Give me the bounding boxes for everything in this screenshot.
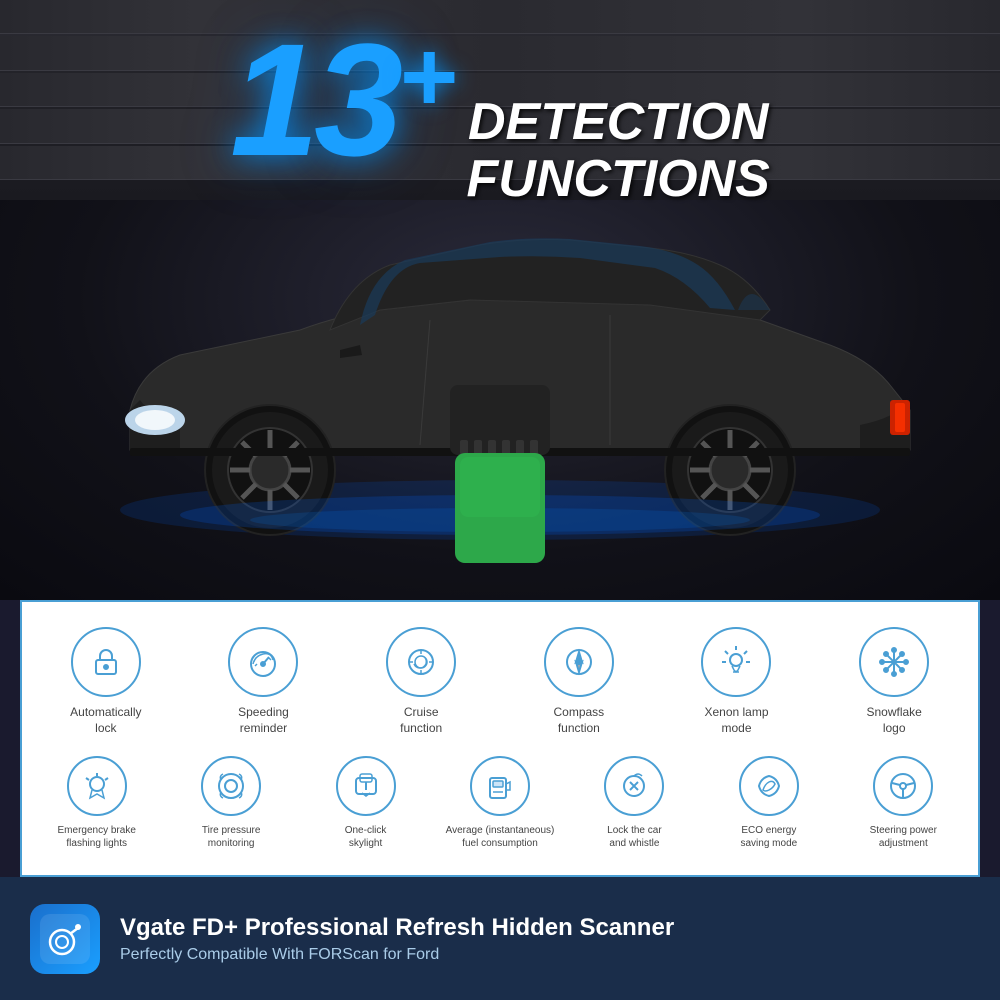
bottom-section: Vgate FD+ Professional Refresh Hidden Sc… bbox=[0, 877, 1000, 1000]
feature-whistle: Lock the carand whistle bbox=[570, 751, 699, 855]
xenon-label: Xenon lampmode bbox=[704, 705, 768, 736]
feature-speeding: Speedingreminder bbox=[190, 622, 338, 741]
whistle-icon-circle bbox=[604, 756, 664, 816]
detection-number: 13 bbox=[230, 20, 398, 180]
fuel-label: Average (instantaneous)fuel consumption bbox=[446, 824, 555, 850]
fuel-icon-circle bbox=[470, 756, 530, 816]
eco-label: ECO energysaving mode bbox=[741, 824, 798, 850]
cruise-icon-circle bbox=[386, 627, 456, 697]
app-subtitle: Perfectly Compatible With FORScan for Fo… bbox=[120, 946, 970, 964]
emergency-label: Emergency brakeflashing lights bbox=[58, 824, 136, 850]
whistle-label: Lock the carand whistle bbox=[607, 824, 661, 850]
feature-skylight: One-clickskylight bbox=[301, 751, 430, 855]
feature-xenon: Xenon lampmode bbox=[663, 622, 811, 741]
feature-cruise: Cruisefunction bbox=[347, 622, 495, 741]
compass-label: Compassfunction bbox=[553, 705, 604, 736]
tire-label: Tire pressuremonitoring bbox=[202, 824, 261, 850]
features-row2: Emergency brakeflashing lights Tire pres… bbox=[32, 751, 968, 855]
plus-sign: + bbox=[398, 21, 456, 133]
feature-fuel: Average (instantaneous)fuel consumption bbox=[435, 751, 564, 855]
app-icon bbox=[30, 904, 100, 974]
feature-eco: ECO energysaving mode bbox=[704, 751, 833, 855]
main-container: 13+DETECTIONFUNCTIONS bbox=[0, 0, 1000, 1000]
feature-auto-lock: Automaticallylock bbox=[32, 622, 180, 741]
xenon-icon-circle bbox=[701, 627, 771, 697]
top-section: 13+DETECTIONFUNCTIONS bbox=[0, 0, 1000, 600]
cruise-label: Cruisefunction bbox=[400, 705, 442, 736]
speeding-icon-circle bbox=[228, 627, 298, 697]
obd-device bbox=[430, 385, 570, 570]
feature-emergency: Emergency brakeflashing lights bbox=[32, 751, 161, 855]
auto-lock-label: Automaticallylock bbox=[70, 705, 141, 736]
eco-icon-circle bbox=[739, 756, 799, 816]
feature-steering: Steering poweradjustment bbox=[839, 751, 968, 855]
app-title: Vgate FD+ Professional Refresh Hidden Sc… bbox=[120, 914, 970, 942]
steering-icon-circle bbox=[873, 756, 933, 816]
title-area: 13+DETECTIONFUNCTIONS bbox=[0, 20, 1000, 208]
compass-icon-circle bbox=[544, 627, 614, 697]
app-text: Vgate FD+ Professional Refresh Hidden Sc… bbox=[120, 914, 970, 964]
feature-tire: Tire pressuremonitoring bbox=[166, 751, 295, 855]
steering-label: Steering poweradjustment bbox=[870, 824, 937, 850]
snowflake-icon-circle bbox=[859, 627, 929, 697]
features-row1: Automaticallylock Speedingreminder Cruis… bbox=[32, 622, 968, 741]
skylight-icon-circle bbox=[336, 756, 396, 816]
skylight-label: One-clickskylight bbox=[345, 824, 387, 850]
auto-lock-icon-circle bbox=[71, 627, 141, 697]
feature-snowflake: Snowflakelogo bbox=[820, 622, 968, 741]
feature-compass: Compassfunction bbox=[505, 622, 653, 741]
features-section: Automaticallylock Speedingreminder Cruis… bbox=[20, 600, 980, 877]
detection-text: DETECTIONFUNCTIONS bbox=[467, 94, 770, 208]
emergency-icon-circle bbox=[67, 756, 127, 816]
tire-icon-circle bbox=[201, 756, 261, 816]
snowflake-label: Snowflakelogo bbox=[866, 705, 921, 736]
speeding-label: Speedingreminder bbox=[238, 705, 289, 736]
